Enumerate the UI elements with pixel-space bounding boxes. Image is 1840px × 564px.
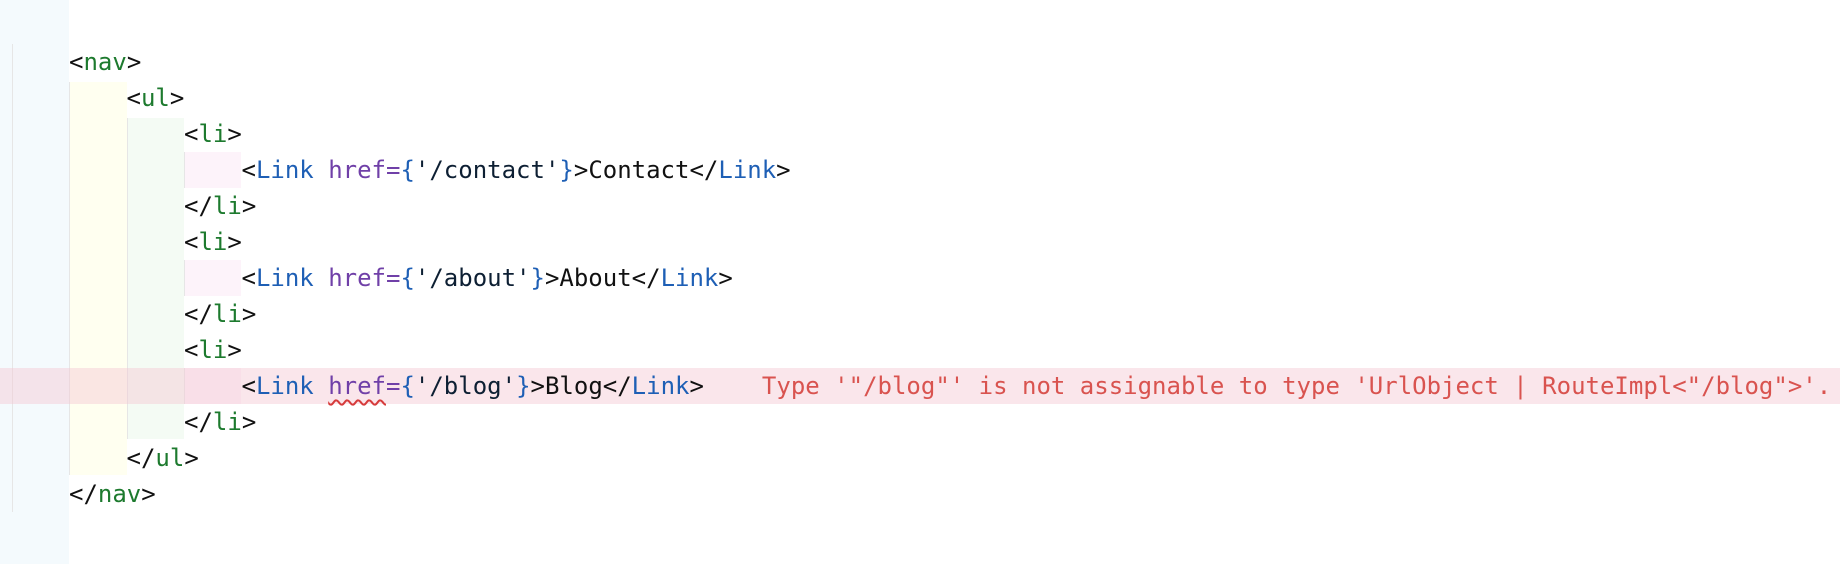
error-squiggle-token: href xyxy=(328,372,386,400)
indent-guide xyxy=(69,82,70,475)
gutter-indent-band xyxy=(0,0,69,564)
tag-name: nav xyxy=(97,480,142,508)
punctuation: < xyxy=(184,336,199,364)
component-name: Link xyxy=(660,264,719,292)
tag-name: li xyxy=(198,228,228,256)
attribute-name: href= xyxy=(328,264,401,292)
punctuation: > xyxy=(141,480,156,508)
punctuation: > xyxy=(126,48,142,76)
code-editor[interactable]: <nav> <ul> <li> <Link href={'/contact'}>Con… xyxy=(0,0,1840,564)
code-line[interactable]: <Link href={'/blog'}>Blog</Link> Type '"/… xyxy=(242,368,1832,404)
punctuation: </ xyxy=(602,372,632,400)
tag-name: li xyxy=(212,192,242,220)
punctuation: > xyxy=(227,336,242,364)
punctuation: > xyxy=(776,156,791,184)
punctuation: < xyxy=(184,120,199,148)
punctuation: > xyxy=(241,300,257,328)
punctuation xyxy=(314,264,328,292)
jsx-brace: } xyxy=(559,156,574,184)
tag-name: li xyxy=(198,120,228,148)
tag-name: ul xyxy=(155,444,185,472)
punctuation: </ xyxy=(69,480,98,508)
indent-guide xyxy=(12,44,13,512)
jsx-brace: } xyxy=(516,372,531,400)
jsx-brace: { xyxy=(400,264,415,292)
jsx-brace: } xyxy=(530,264,545,292)
code-line[interactable]: <Link href={'/about'}>About</Link> xyxy=(242,260,733,296)
tag-name: ul xyxy=(140,84,170,112)
link-text: About xyxy=(559,264,632,292)
code-line[interactable]: <li> xyxy=(184,332,242,368)
punctuation: < xyxy=(69,48,84,76)
punctuation: </ xyxy=(631,264,661,292)
tag-name: li xyxy=(212,300,242,328)
code-line[interactable]: <li> xyxy=(184,116,242,152)
punctuation: > xyxy=(530,372,545,400)
component-name: Link xyxy=(631,372,690,400)
punctuation: > xyxy=(227,120,242,148)
punctuation: < xyxy=(241,156,256,184)
attribute-name: = xyxy=(386,372,401,400)
attribute-name: href= xyxy=(328,156,401,184)
punctuation: </ xyxy=(184,408,213,436)
indent-band-level-1 xyxy=(69,82,127,475)
punctuation: </ xyxy=(126,444,156,472)
punctuation: < xyxy=(126,84,141,112)
component-name: Link xyxy=(255,372,314,400)
punctuation: </ xyxy=(689,156,719,184)
link-text: Contact xyxy=(588,156,690,184)
punctuation: > xyxy=(184,444,199,472)
punctuation: </ xyxy=(184,300,213,328)
tag-name: li xyxy=(212,408,242,436)
punctuation: > xyxy=(544,264,560,292)
punctuation: > xyxy=(227,228,242,256)
tag-name: nav xyxy=(83,48,127,76)
punctuation: < xyxy=(241,372,256,400)
jsx-brace: { xyxy=(400,156,415,184)
punctuation: > xyxy=(169,84,185,112)
string-literal: '/contact' xyxy=(414,156,560,184)
code-line[interactable]: <Link href={'/contact'}>Contact</Link> xyxy=(242,152,791,188)
string-literal: '/about' xyxy=(414,264,531,292)
code-line[interactable]: </li> xyxy=(184,404,256,440)
code-line[interactable]: <nav> xyxy=(69,44,141,80)
punctuation xyxy=(314,372,328,400)
code-line[interactable]: </li> xyxy=(184,296,256,332)
component-name: Link xyxy=(255,264,314,292)
punctuation: > xyxy=(718,264,733,292)
inline-error-message: Type '"/blog"' is not assignable to type… xyxy=(761,372,1832,400)
punctuation: > xyxy=(689,372,704,400)
punctuation: < xyxy=(241,264,256,292)
indent-guide xyxy=(184,152,185,188)
code-line[interactable]: </li> xyxy=(184,188,256,224)
punctuation: < xyxy=(184,228,199,256)
link-text: Blog xyxy=(544,372,603,400)
punctuation: > xyxy=(573,156,589,184)
indent-guide xyxy=(184,260,185,296)
punctuation: > xyxy=(241,192,257,220)
string-literal: '/blog' xyxy=(414,372,517,400)
punctuation: > xyxy=(241,408,257,436)
code-line[interactable]: </ul> xyxy=(127,440,199,476)
component-name: Link xyxy=(255,156,314,184)
tag-name: li xyxy=(198,336,228,364)
code-line[interactable]: </nav> xyxy=(69,476,156,512)
code-line[interactable]: <li> xyxy=(184,224,242,260)
indent-band-level-3 xyxy=(184,260,241,296)
punctuation xyxy=(314,156,328,184)
component-name: Link xyxy=(718,156,777,184)
jsx-brace: { xyxy=(400,372,415,400)
punctuation: </ xyxy=(184,192,213,220)
indent-band-level-3 xyxy=(184,152,241,188)
code-line[interactable]: <ul> xyxy=(127,80,185,116)
